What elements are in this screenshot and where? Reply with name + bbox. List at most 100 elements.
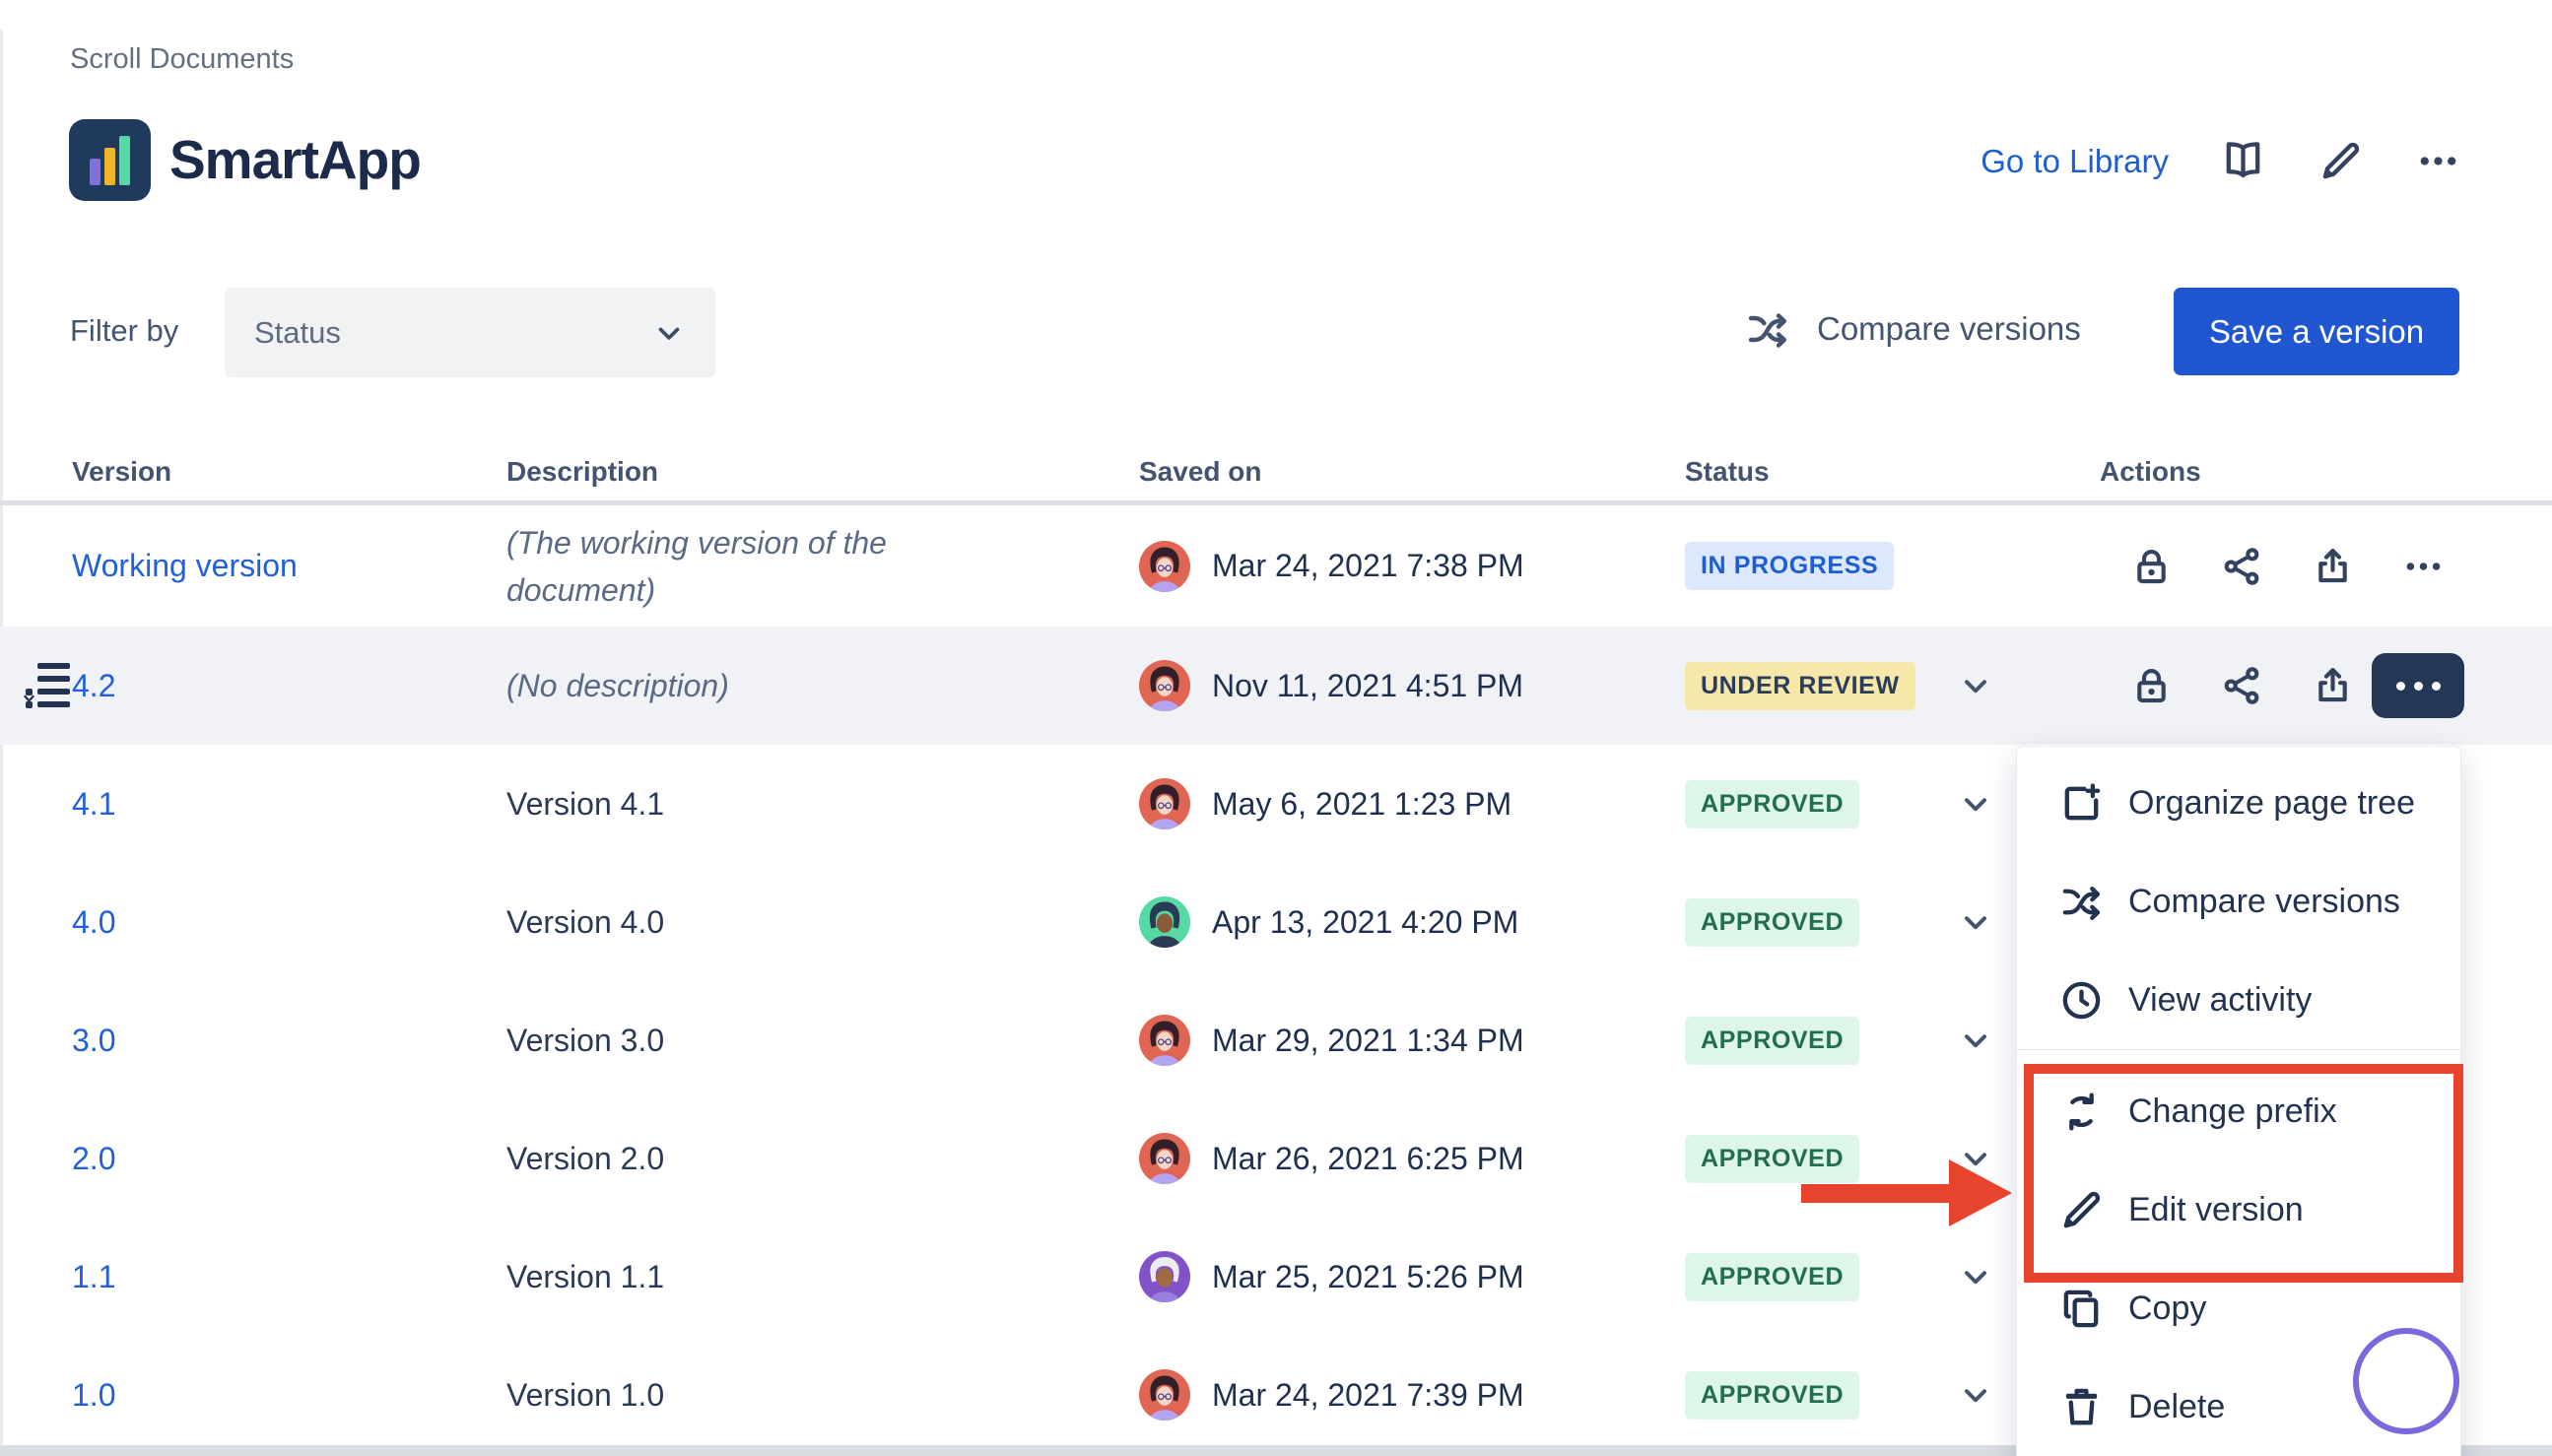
version-description: Version 2.0 (506, 1135, 970, 1182)
shuffle-icon (1744, 305, 1791, 353)
chevron-down-icon[interactable] (1958, 1023, 1993, 1058)
chevron-down-icon[interactable] (1958, 904, 1993, 940)
column-actions: Actions (2100, 456, 2552, 488)
menu-item-view-activity[interactable]: View activity (2017, 951, 2460, 1049)
user-avatar (1139, 1133, 1190, 1184)
version-link[interactable]: 3.0 (72, 1023, 115, 1058)
book-icon[interactable] (2220, 138, 2266, 184)
user-avatar (1139, 1251, 1190, 1302)
chevron-down-icon[interactable] (1958, 668, 1993, 703)
chevron-down-icon[interactable] (1958, 1259, 1993, 1294)
compare-versions-button[interactable]: Compare versions (1744, 305, 2081, 353)
cursor-highlight-circle (2353, 1328, 2459, 1434)
table-row-selected: 4.2 (No description) Nov 11, 2021 4:51 P… (0, 627, 2552, 745)
column-version: Version (72, 456, 506, 488)
filter-by-label: Filter by (70, 313, 178, 349)
saved-on-date: Mar 29, 2021 1:34 PM (1212, 1023, 1524, 1059)
version-description: (No description) (506, 662, 970, 709)
logo-bar-yellow (104, 148, 115, 185)
version-link[interactable]: 4.0 (72, 904, 115, 940)
share-icon[interactable] (2220, 544, 2264, 588)
menu-item-label: Compare versions (2128, 883, 2400, 921)
user-avatar (1139, 541, 1190, 592)
pencil-icon[interactable] (2317, 138, 2364, 184)
saved-on-date: Mar 25, 2021 5:26 PM (1212, 1259, 1524, 1295)
version-link[interactable]: 1.0 (72, 1377, 115, 1413)
user-avatar (1139, 1369, 1190, 1421)
share-icon[interactable] (2220, 664, 2264, 708)
page-title: SmartApp (169, 128, 421, 191)
status-badge: APPROVED (1685, 898, 1859, 947)
user-avatar (1139, 778, 1190, 829)
version-link[interactable]: Working version (72, 548, 298, 583)
menu-item-label: Copy (2128, 1290, 2206, 1328)
table-row: Working version (The working version of … (0, 505, 2552, 627)
row-more-options-button-active[interactable] (2372, 653, 2464, 718)
trash-icon (2058, 1384, 2105, 1430)
saved-on-date: Mar 24, 2021 7:39 PM (1212, 1377, 1524, 1414)
version-link[interactable]: 4.2 (72, 668, 115, 703)
page-tree-icon (24, 661, 71, 710)
menu-item-compare-versions[interactable]: Compare versions (2017, 852, 2460, 951)
version-description: (The working version of the document) (506, 519, 970, 614)
more-options-icon[interactable] (2415, 138, 2461, 184)
lock-icon[interactable] (2129, 664, 2174, 708)
column-saved-on: Saved on (1139, 456, 1685, 488)
version-link[interactable]: 1.1 (72, 1259, 115, 1294)
saved-on-date: Apr 13, 2021 4:20 PM (1212, 904, 1518, 941)
menu-item-organize-page-tree[interactable]: Organize page tree (2017, 754, 2460, 852)
user-avatar (1139, 896, 1190, 948)
header-actions: Go to Library (1981, 138, 2461, 184)
version-description: Version 1.1 (506, 1253, 970, 1300)
status-badge: APPROVED (1685, 1371, 1859, 1420)
status-badge: APPROVED (1685, 780, 1859, 828)
lock-icon[interactable] (2129, 544, 2174, 588)
column-description: Description (506, 456, 1139, 488)
save-a-version-button[interactable]: Save a version (2174, 288, 2459, 375)
menu-item-label: View activity (2128, 981, 2312, 1020)
saved-on-date: Nov 11, 2021 4:51 PM (1212, 668, 1523, 704)
saved-on-date: Mar 24, 2021 7:38 PM (1212, 548, 1524, 584)
user-avatar (1139, 1015, 1190, 1066)
column-status: Status (1685, 456, 2100, 488)
app-logo (69, 119, 151, 201)
scroll-documents-page: Scroll Documents SmartApp Go to Library … (0, 0, 2552, 1456)
saved-on-date: May 6, 2021 1:23 PM (1212, 786, 1511, 823)
status-badge: IN PROGRESS (1685, 542, 1894, 590)
chevron-down-icon (652, 316, 686, 350)
go-to-library-link[interactable]: Go to Library (1981, 143, 2169, 180)
status-badge: APPROVED (1685, 1135, 1859, 1183)
row-more-options-icon[interactable] (2401, 544, 2446, 588)
menu-item-label: Delete (2128, 1388, 2225, 1426)
shuffle-icon (2058, 879, 2105, 925)
logo-bar-purple (90, 159, 101, 185)
version-link[interactable]: 4.1 (72, 786, 115, 822)
version-description: Version 4.1 (506, 780, 970, 827)
highlight-box (2024, 1064, 2463, 1283)
status-badge: UNDER REVIEW (1685, 662, 1915, 710)
status-filter-select[interactable]: Status (225, 288, 715, 377)
menu-item-label: Organize page tree (2128, 784, 2415, 823)
version-link[interactable]: 2.0 (72, 1141, 115, 1176)
user-avatar (1139, 660, 1190, 711)
table-header: Version Description Saved on Status Acti… (0, 443, 2552, 500)
red-arrow (1801, 1184, 1951, 1203)
clock-icon (2058, 977, 2105, 1024)
breadcrumb: Scroll Documents (70, 43, 294, 76)
export-icon[interactable] (2311, 664, 2355, 708)
page-add-icon (2058, 780, 2105, 827)
logo-bar-teal (119, 136, 130, 185)
chevron-down-icon[interactable] (1958, 786, 1993, 822)
copy-icon (2058, 1286, 2105, 1332)
compare-versions-label: Compare versions (1817, 310, 2081, 348)
saved-on-date: Mar 26, 2021 6:25 PM (1212, 1141, 1524, 1177)
status-filter-value: Status (254, 315, 341, 351)
status-badge: APPROVED (1685, 1253, 1859, 1301)
version-description: Version 1.0 (506, 1371, 970, 1419)
version-description: Version 3.0 (506, 1017, 970, 1064)
chevron-down-icon[interactable] (1958, 1377, 1993, 1413)
export-icon[interactable] (2311, 544, 2355, 588)
red-arrow-head (1949, 1159, 2012, 1226)
version-description: Version 4.0 (506, 898, 970, 946)
status-badge: APPROVED (1685, 1017, 1859, 1065)
